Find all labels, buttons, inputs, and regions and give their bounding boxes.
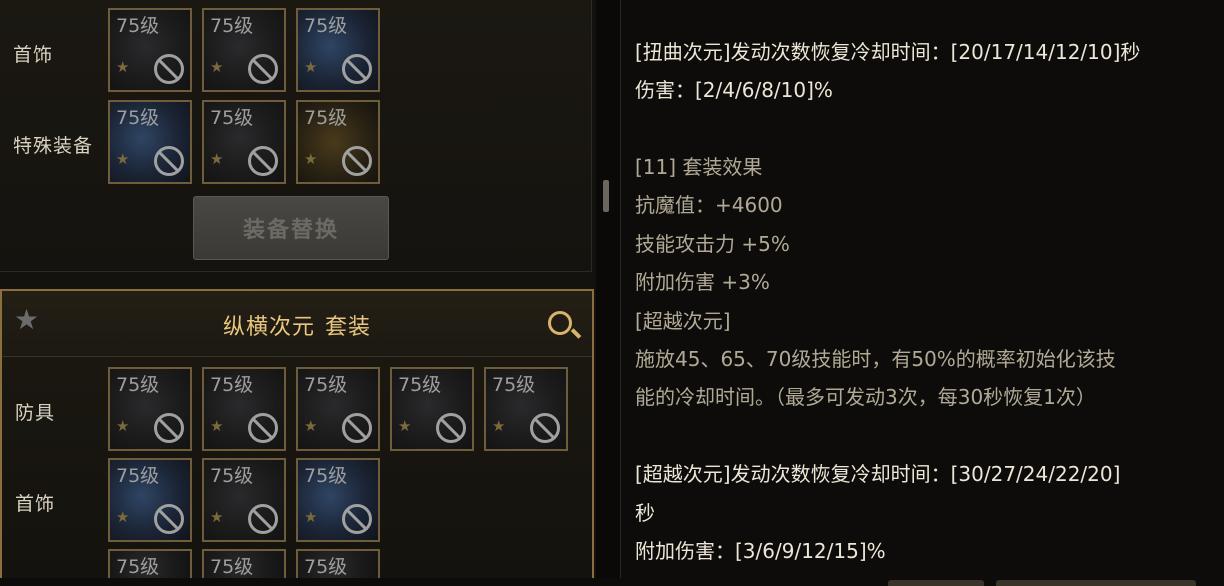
equipment-slot[interactable]: 75级 ★ (202, 100, 286, 184)
star-icon: ★ (116, 417, 130, 435)
desc-line: [超越次元] (635, 309, 731, 333)
slot-level: 75级 (116, 15, 160, 37)
bottom-tab[interactable] (888, 580, 984, 586)
equipment-slot[interactable]: 75级 ★ (108, 100, 192, 184)
equipment-slot[interactable]: 75级 ★ (390, 367, 474, 451)
ban-icon (342, 54, 372, 84)
star-icon: ★ (304, 417, 318, 435)
bottom-tab[interactable] (996, 580, 1196, 586)
row-label-accessory: 首饰 (13, 44, 54, 66)
star-icon: ★ (210, 508, 224, 526)
desc-line: 能的冷却时间。（最多可发动3次，每30秒恢复1次） (635, 385, 1096, 409)
slot-level: 75级 (492, 374, 536, 396)
desc-line: [11] 套装效果 (635, 155, 763, 179)
search-icon[interactable] (548, 311, 572, 335)
star-icon: ★ (398, 417, 412, 435)
ban-icon (342, 413, 372, 443)
equipment-slot[interactable]: 75级 ★ (296, 458, 380, 542)
slot-level: 75级 (116, 465, 160, 487)
slot-level: 75级 (398, 374, 442, 396)
equipment-slot[interactable]: 75级 ★ (202, 367, 286, 451)
set-header: ★ 纵横次元 套装 (2, 291, 592, 357)
ban-icon (154, 54, 184, 84)
equipment-slot[interactable]: 75级 ★ (202, 8, 286, 92)
slot-level: 75级 (210, 556, 254, 578)
ban-icon (436, 413, 466, 443)
slot-level: 75级 (210, 15, 254, 37)
slot-level: 75级 (116, 374, 160, 396)
star-icon: ★ (304, 150, 318, 168)
panel-divider (596, 0, 620, 586)
equipment-slot[interactable]: 75级 ★ (296, 100, 380, 184)
scrollbar-thumb[interactable] (603, 180, 609, 212)
star-icon: ★ (116, 58, 130, 76)
slot-level: 75级 (210, 465, 254, 487)
equipment-swap-button[interactable]: 装备替换 (193, 196, 389, 260)
slot-level: 75级 (304, 465, 348, 487)
slot-level: 75级 (304, 374, 348, 396)
equipment-slot[interactable]: 75级 ★ (484, 367, 568, 451)
star-icon: ★ (304, 508, 318, 526)
star-icon: ★ (116, 150, 130, 168)
slot-level: 75级 (116, 556, 160, 578)
ban-icon (154, 413, 184, 443)
ban-icon (530, 413, 560, 443)
ban-icon (248, 504, 278, 534)
set-description-panel: [扭曲次元]发动次数恢复冷却时间：[20/17/14/12/10]秒 伤害：[2… (620, 0, 1224, 586)
equipment-slot[interactable]: 75级 ★ (296, 367, 380, 451)
slot-level: 75级 (210, 107, 254, 129)
equipment-slot[interactable]: 75级 ★ (296, 8, 380, 92)
slot-level: 75级 (116, 107, 160, 129)
set-suffix: 套装 (325, 315, 372, 340)
star-icon: ★ (210, 417, 224, 435)
ban-icon (342, 146, 372, 176)
row-label-special-equipment: 特殊装备 (13, 135, 94, 157)
equipment-slot[interactable]: 75级 ★ (108, 367, 192, 451)
row-label-accessory: 首饰 (15, 493, 56, 515)
ban-icon (154, 146, 184, 176)
desc-line: [超越次元]发动次数恢复冷却时间：[30/27/24/22/20] (635, 462, 1121, 486)
equipment-slot[interactable]: 75级 ★ (202, 458, 286, 542)
desc-line: [扭曲次元]发动次数恢复冷却时间：[20/17/14/12/10]秒 (635, 40, 1141, 64)
desc-line: 秒 (635, 501, 655, 525)
ban-icon (154, 504, 184, 534)
ban-icon (248, 146, 278, 176)
desc-line: 技能攻击力 +5% (635, 232, 790, 256)
star-icon: ★ (492, 417, 506, 435)
equipment-set-top: 首饰 75级 ★ 75级 ★ 75级 ★ 特殊装备 75级 ★ 75级 ★ 75… (0, 0, 592, 272)
star-icon: ★ (304, 58, 318, 76)
row-label-armor: 防具 (15, 402, 56, 424)
desc-line: 抗魔值：+4600 (635, 193, 783, 217)
set-title: 纵横次元 套装 (2, 309, 592, 341)
star-icon: ★ (116, 508, 130, 526)
equipment-panel: 首饰 75级 ★ 75级 ★ 75级 ★ 特殊装备 75级 ★ 75级 ★ 75… (0, 0, 596, 586)
desc-line: 附加伤害 +3% (635, 270, 770, 294)
slot-level: 75级 (304, 15, 348, 37)
ban-icon (248, 413, 278, 443)
slot-level: 75级 (304, 107, 348, 129)
desc-line: 施放45、65、70级技能时，有50%的概率初始化该技 (635, 347, 1116, 371)
ban-icon (248, 54, 278, 84)
desc-line: 附加伤害：[3/6/9/12/15]% (635, 539, 886, 563)
star-icon: ★ (210, 58, 224, 76)
equipment-set-bottom: ★ 纵横次元 套装 防具 75级 ★ 75级 ★ 75级 ★ 75级 ★ 75级… (0, 289, 594, 586)
ban-icon (342, 504, 372, 534)
star-icon: ★ (210, 150, 224, 168)
slot-level: 75级 (304, 556, 348, 578)
equipment-slot[interactable]: 75级 ★ (108, 458, 192, 542)
set-name: 纵横次元 (222, 315, 315, 340)
slot-level: 75级 (210, 374, 254, 396)
desc-line: 伤害：[2/4/6/8/10]% (635, 78, 833, 102)
equipment-slot[interactable]: 75级 ★ (108, 8, 192, 92)
